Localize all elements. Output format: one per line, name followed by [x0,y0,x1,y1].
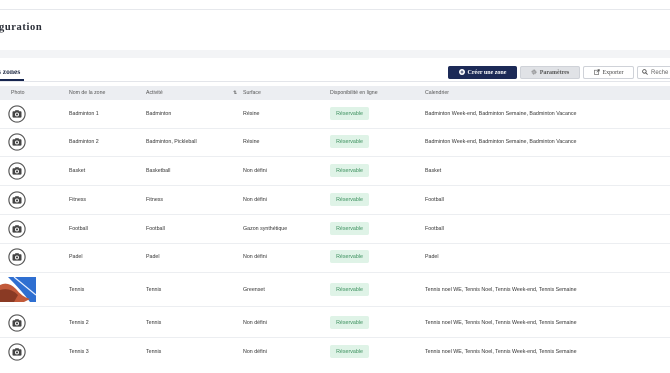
zone-name-cell: Badminton 2 [69,139,99,145]
zone-name-cell: Basket [69,168,86,174]
camera-icon [8,133,26,151]
status-badge: Réservable [330,316,369,329]
status-badge: Réservable [330,222,369,235]
surface-cell: Greenset [243,287,265,293]
row-divider [0,272,670,273]
plus-circle-icon [458,68,465,77]
calendar-cell: Football [425,197,444,203]
export-label: Exporter [602,69,624,76]
surface-cell: Résine [243,111,260,117]
export-button[interactable]: Exporter [583,66,634,79]
status-badge: Réservable [330,345,369,358]
row-divider [0,337,670,338]
zone-name-cell: Football [69,226,88,232]
create-zone-button[interactable]: Créer une zone [448,66,517,79]
activity-cell: Basketball [146,168,171,174]
column-header-name[interactable]: Nom de la zone [69,90,105,96]
calendar-cell: Tennis noel WE, Tennis Noel, Tennis Week… [425,320,577,326]
activity-cell: Tennis [146,349,162,355]
status-badge: Réservable [330,107,369,120]
status-badge: Réservable [330,283,369,296]
surface-cell: Gazon synthétique [243,226,288,232]
surface-cell: Non défini [243,349,267,355]
camera-icon [8,105,26,123]
create-zone-label: Créer une zone [467,69,507,76]
calendar-cell: Tennis noel WE, Tennis Noel, Tennis Week… [425,349,577,355]
camera-icon [8,191,26,209]
params-label: Paramètres [539,69,570,76]
activity-cell: Badminton, Pickleball [146,139,197,145]
calendar-cell: Football [425,226,444,232]
row-divider [0,156,670,157]
camera-icon [8,220,26,238]
search-icon [642,68,648,77]
tabs-divider [0,81,670,82]
activity-cell: Badminton [146,111,172,117]
surface-cell: Non défini [243,197,267,203]
zone-name-cell: Tennis [69,287,85,293]
column-header-calendar[interactable]: Calendrier [425,90,449,96]
search-placeholder: Reche [651,69,669,76]
surface-cell: Non défini [243,254,267,260]
calendar-cell: Padel [425,254,439,260]
status-badge: Réservable [330,135,369,148]
surface-cell: Résine [243,139,260,145]
calendar-cell: Badminton Week-end, Badminton Semaine, B… [425,111,577,117]
zone-name-cell: Tennis 3 [69,349,89,355]
zone-name-cell: Fitness [69,197,87,203]
params-button[interactable]: Paramètres [520,66,580,79]
gear-icon [531,69,537,77]
row-divider [0,128,670,129]
camera-icon [8,314,26,332]
surface-cell: Non défini [243,168,267,174]
row-divider [0,306,670,307]
status-badge: Réservable [330,250,369,263]
zone-name-cell: Padel [69,254,83,260]
calendar-cell: Tennis noel WE, Tennis Noel, Tennis Week… [425,287,577,293]
status-badge: Réservable [330,164,369,177]
column-header-surface[interactable]: Surface [243,90,261,96]
camera-icon [8,343,26,361]
activity-cell: Tennis [146,320,162,326]
camera-icon [8,162,26,180]
export-icon [593,68,600,77]
activity-cell: Tennis [146,287,162,293]
zone-photo [0,276,37,302]
surface-cell: Non défini [243,320,267,326]
row-divider [0,214,670,215]
activity-cell: Padel [146,254,160,260]
camera-icon [8,248,26,266]
column-header-availability[interactable]: Disponibilité en ligne [330,90,378,96]
row-divider [0,243,670,244]
activity-cell: Football [146,226,165,232]
column-header-photo: Photo [11,90,25,96]
title-bar [0,10,670,50]
tab-zones[interactable]: s zones [0,67,20,76]
status-badge: Réservable [330,193,369,206]
calendar-cell: Badminton Week-end, Badminton Semaine, B… [425,139,577,145]
calendar-cell: Basket [425,168,442,174]
search-input[interactable]: Reche [637,66,670,79]
sort-icon[interactable]: ⇅ [233,90,237,96]
top-bar [0,0,670,10]
zone-name-cell: Badminton 1 [69,111,99,117]
page-title: guration [0,22,43,33]
row-divider [0,185,670,186]
activity-cell: Fitness [146,197,164,203]
zone-name-cell: Tennis 2 [69,320,89,326]
column-header-activity[interactable]: Activité [146,90,163,96]
